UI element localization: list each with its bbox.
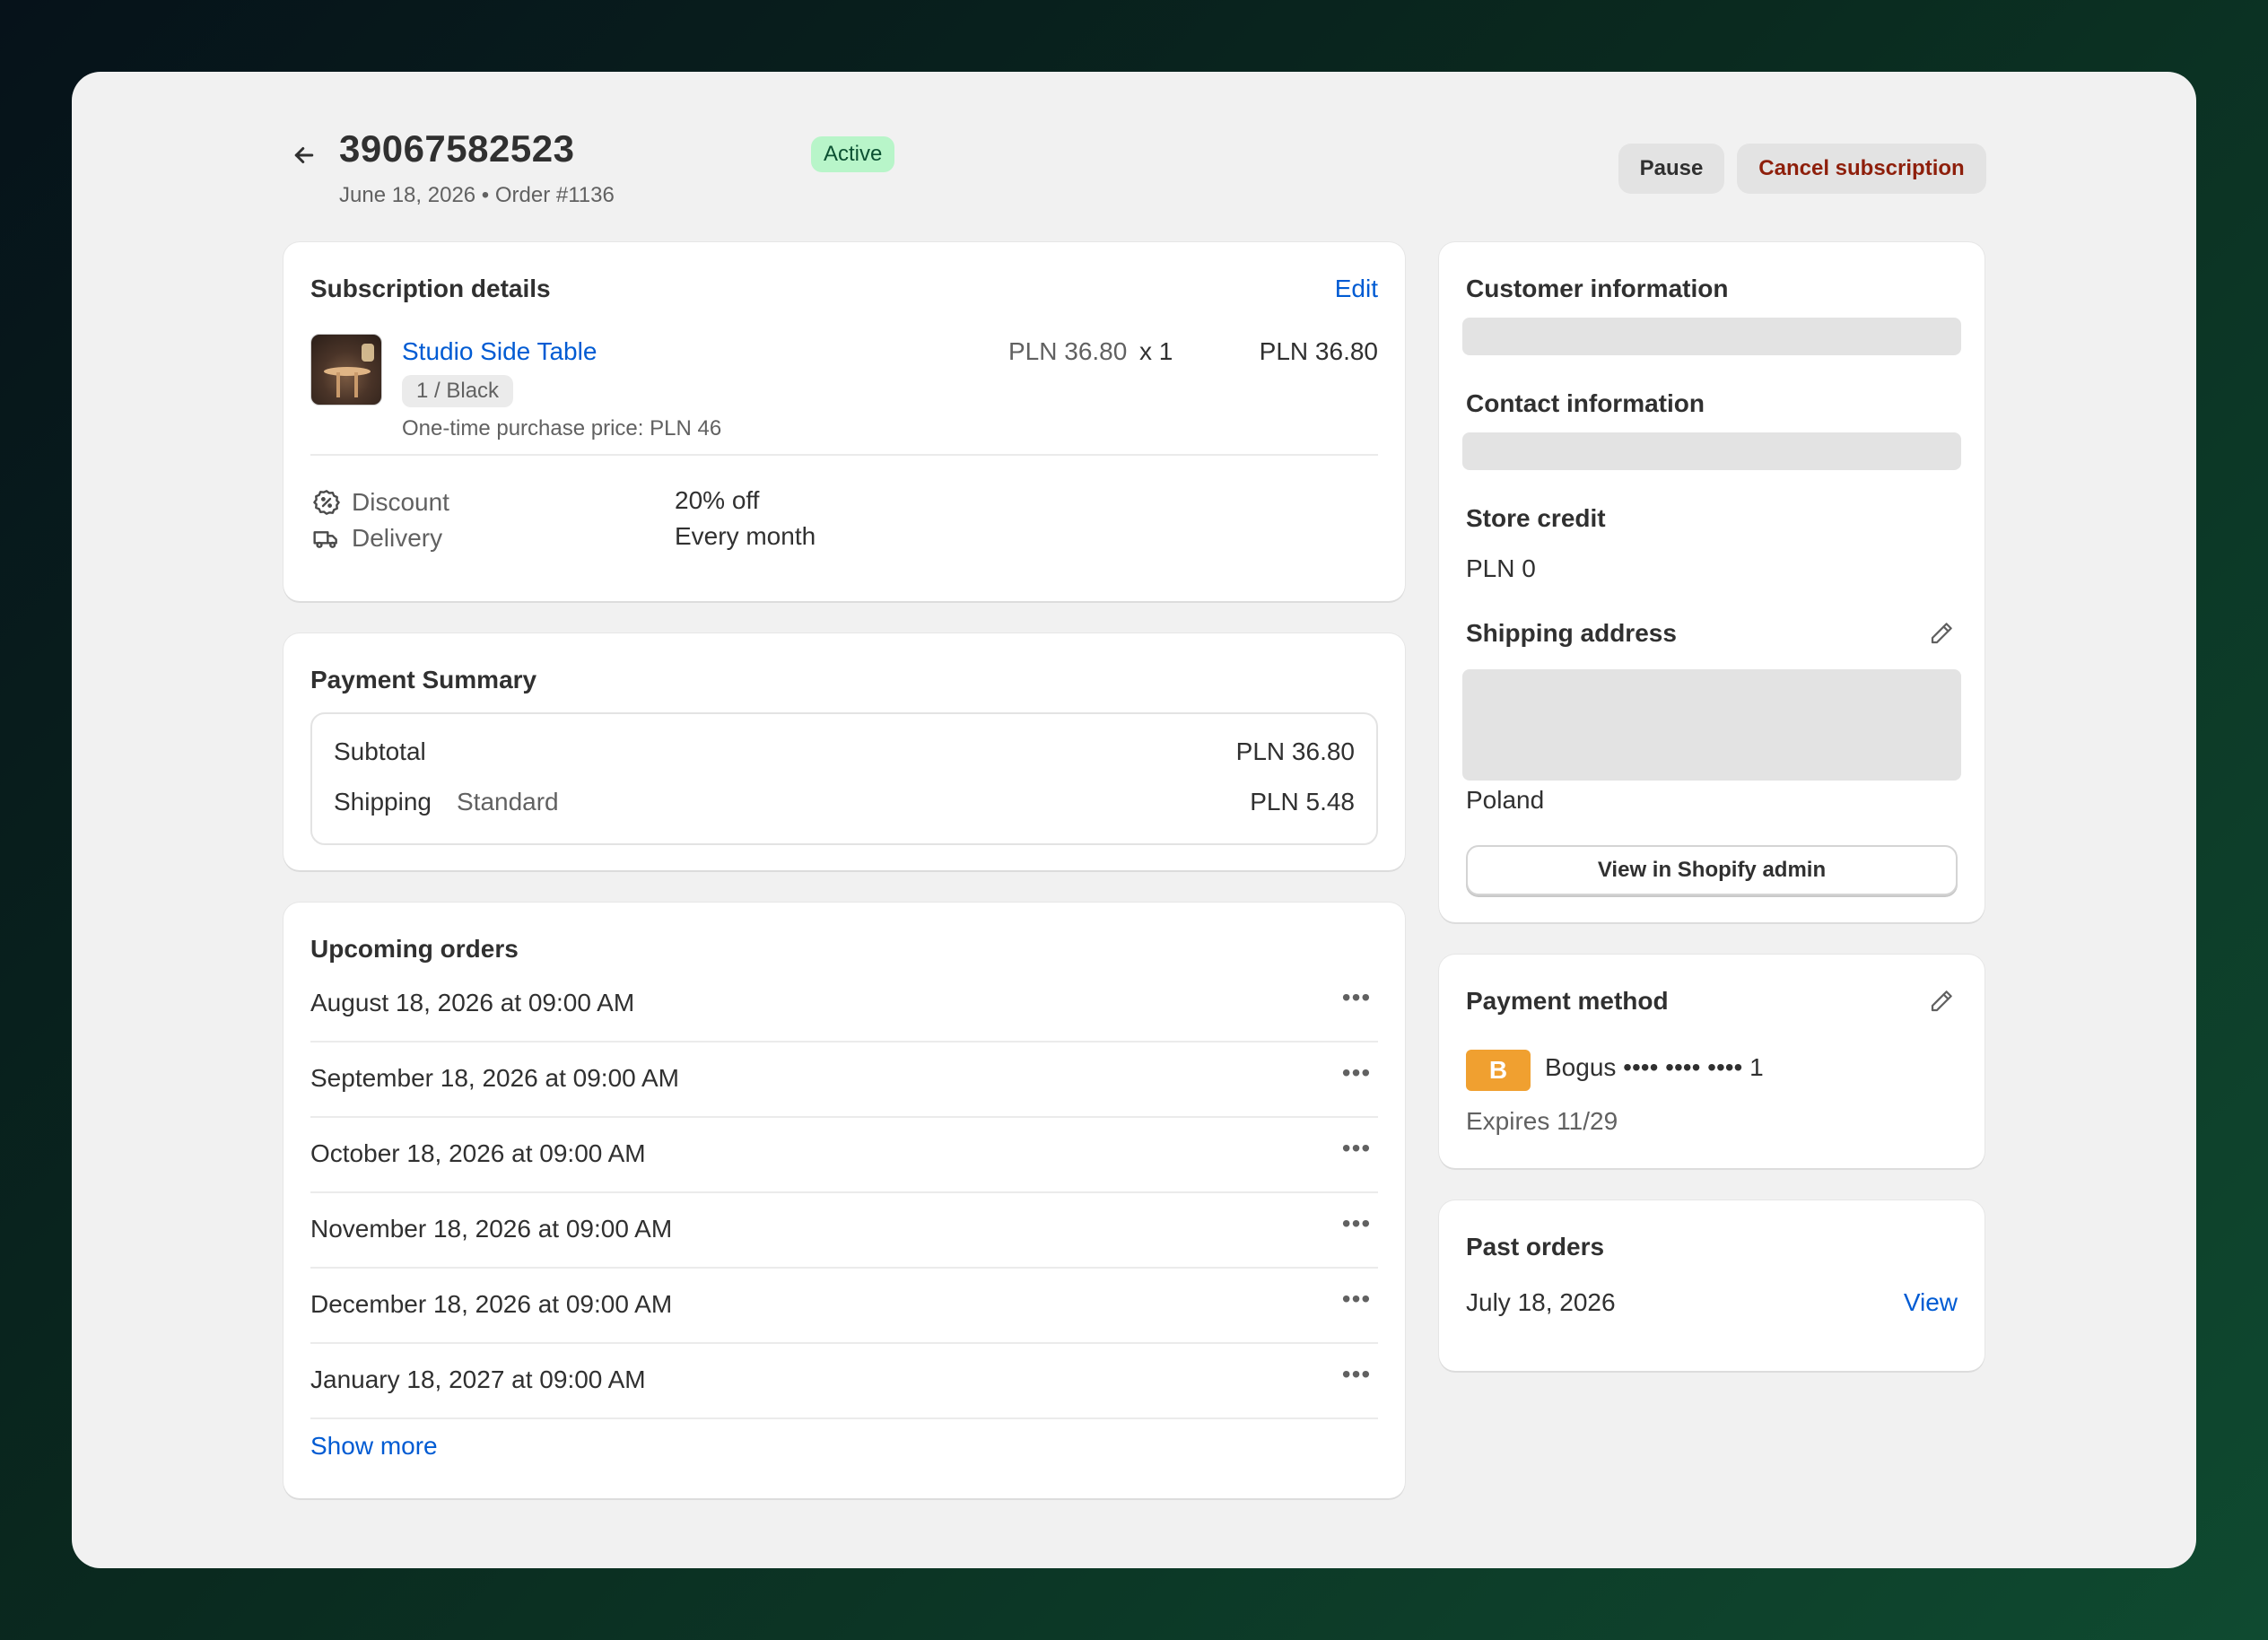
view-in-shopify-admin-button[interactable]: View in Shopify admin — [1466, 845, 1958, 895]
app-window: 39067582523 Active June 18, 2026 • Order… — [72, 72, 2196, 1568]
discount-icon — [310, 486, 343, 519]
customer-information-card: Customer information Contact information… — [1439, 242, 1984, 922]
quantity: x 1 — [1139, 337, 1173, 365]
variant-badge: 1 / Black — [402, 375, 514, 407]
payment-method-card: Payment method B Bogus •••• •••• •••• 1 … — [1439, 955, 1984, 1168]
edit-shipping-pencil-icon[interactable] — [1925, 617, 1958, 650]
divider — [310, 454, 1378, 456]
more-actions-icon[interactable]: ••• — [1335, 1202, 1378, 1245]
card-title: Subscription details — [310, 275, 551, 302]
show-more-link[interactable]: Show more — [310, 1432, 438, 1461]
edit-link[interactable]: Edit — [1335, 275, 1378, 303]
unit-price: PLN 36.80 — [1008, 337, 1128, 365]
discount-label: Discount — [352, 488, 449, 516]
discount-value: 20% off — [675, 486, 760, 514]
more-actions-icon[interactable]: ••• — [1335, 1127, 1378, 1170]
card-brand-icon: B — [1466, 1050, 1531, 1091]
back-button[interactable] — [282, 133, 327, 178]
address-skeleton — [1462, 669, 1961, 781]
page-header: 39067582523 Active June 18, 2026 • Order… — [282, 115, 1986, 222]
upcoming-order-row: September 18, 2026 at 09:00 AM ••• — [310, 1042, 1378, 1118]
product-thumbnail — [310, 334, 382, 406]
more-actions-icon[interactable]: ••• — [1335, 976, 1378, 1019]
one-time-price: One-time purchase price: PLN 46 — [402, 416, 722, 441]
subscription-details-card: Subscription details Edit Studio Side Ta… — [284, 242, 1405, 601]
discount-row: Discount — [310, 486, 449, 519]
card-expiry: Expires 11/29 — [1466, 1107, 1618, 1135]
customer-info-title: Customer information — [1466, 275, 1729, 302]
delivery-row: Delivery — [310, 522, 442, 554]
more-actions-icon[interactable]: ••• — [1335, 1278, 1378, 1321]
upcoming-orders-card: Upcoming orders August 18, 2026 at 09:00… — [284, 903, 1405, 1498]
store-credit-value: PLN 0 — [1466, 554, 1536, 582]
payment-method-title: Payment method — [1466, 987, 1669, 1015]
shipping-country: Poland — [1466, 786, 1545, 814]
product-name-link[interactable]: Studio Side Table — [402, 337, 597, 366]
card-title: Upcoming orders — [310, 935, 519, 963]
page-title: 39067582523 — [339, 127, 575, 170]
past-orders-card: Past orders July 18, 2026 View — [1439, 1200, 1984, 1371]
shipping-row: Shipping Standard PLN 5.48 — [334, 788, 1355, 816]
order-date: August 18, 2026 at 09:00 AM — [310, 989, 635, 1016]
upcoming-order-row: December 18, 2026 at 09:00 AM ••• — [310, 1269, 1378, 1344]
upcoming-order-row: October 18, 2026 at 09:00 AM ••• — [310, 1118, 1378, 1193]
order-date: November 18, 2026 at 09:00 AM — [310, 1215, 673, 1243]
order-date: September 18, 2026 at 09:00 AM — [310, 1064, 679, 1092]
order-date: December 18, 2026 at 09:00 AM — [310, 1290, 673, 1318]
upcoming-order-row: August 18, 2026 at 09:00 AM ••• — [310, 967, 1378, 1042]
cancel-subscription-button[interactable]: Cancel subscription — [1737, 144, 1986, 194]
past-order-date: July 18, 2026 — [1466, 1288, 1616, 1316]
delivery-label: Delivery — [352, 524, 443, 552]
pause-button[interactable]: Pause — [1618, 144, 1724, 194]
arrow-left-icon — [294, 147, 314, 163]
payment-summary-box: Subtotal PLN 36.80 Shipping Standard PLN … — [310, 712, 1378, 845]
subtotal-row: Subtotal PLN 36.80 — [334, 737, 1355, 766]
status-badge: Active — [811, 136, 895, 172]
line-total: PLN 36.80 — [1259, 337, 1378, 365]
shipping-address-title: Shipping address — [1466, 619, 1677, 647]
store-credit-title: Store credit — [1466, 504, 1606, 532]
contact-skeleton — [1462, 432, 1961, 470]
customer-skeleton — [1462, 318, 1961, 355]
card-number: Bogus •••• •••• •••• 1 — [1545, 1053, 1764, 1081]
view-past-order-link[interactable]: View — [1904, 1288, 1958, 1317]
subtotal-value: PLN 36.80 — [1235, 737, 1355, 765]
page-subtitle: June 18, 2026 • Order #1136 — [339, 183, 615, 207]
shipping-value: PLN 5.48 — [1250, 788, 1355, 816]
delivery-value: Every month — [675, 522, 816, 550]
order-date: January 18, 2027 at 09:00 AM — [310, 1365, 646, 1393]
delivery-truck-icon — [310, 522, 343, 554]
more-actions-icon[interactable]: ••• — [1335, 1353, 1378, 1396]
shipping-label: Shipping — [334, 788, 432, 816]
contact-info-title: Contact information — [1466, 389, 1705, 417]
subtotal-label: Subtotal — [334, 737, 426, 765]
order-date: October 18, 2026 at 09:00 AM — [310, 1139, 646, 1167]
more-actions-icon[interactable]: ••• — [1335, 1051, 1378, 1095]
shipping-method: Standard — [456, 788, 559, 816]
past-orders-title: Past orders — [1466, 1233, 1605, 1261]
payment-summary-card: Payment Summary Subtotal PLN 36.80 Shipp… — [284, 633, 1405, 870]
edit-payment-pencil-icon[interactable] — [1925, 985, 1958, 1017]
card-title: Payment Summary — [310, 666, 537, 694]
upcoming-order-row: November 18, 2026 at 09:00 AM ••• — [310, 1193, 1378, 1269]
upcoming-order-row: January 18, 2027 at 09:00 AM ••• — [310, 1344, 1378, 1419]
